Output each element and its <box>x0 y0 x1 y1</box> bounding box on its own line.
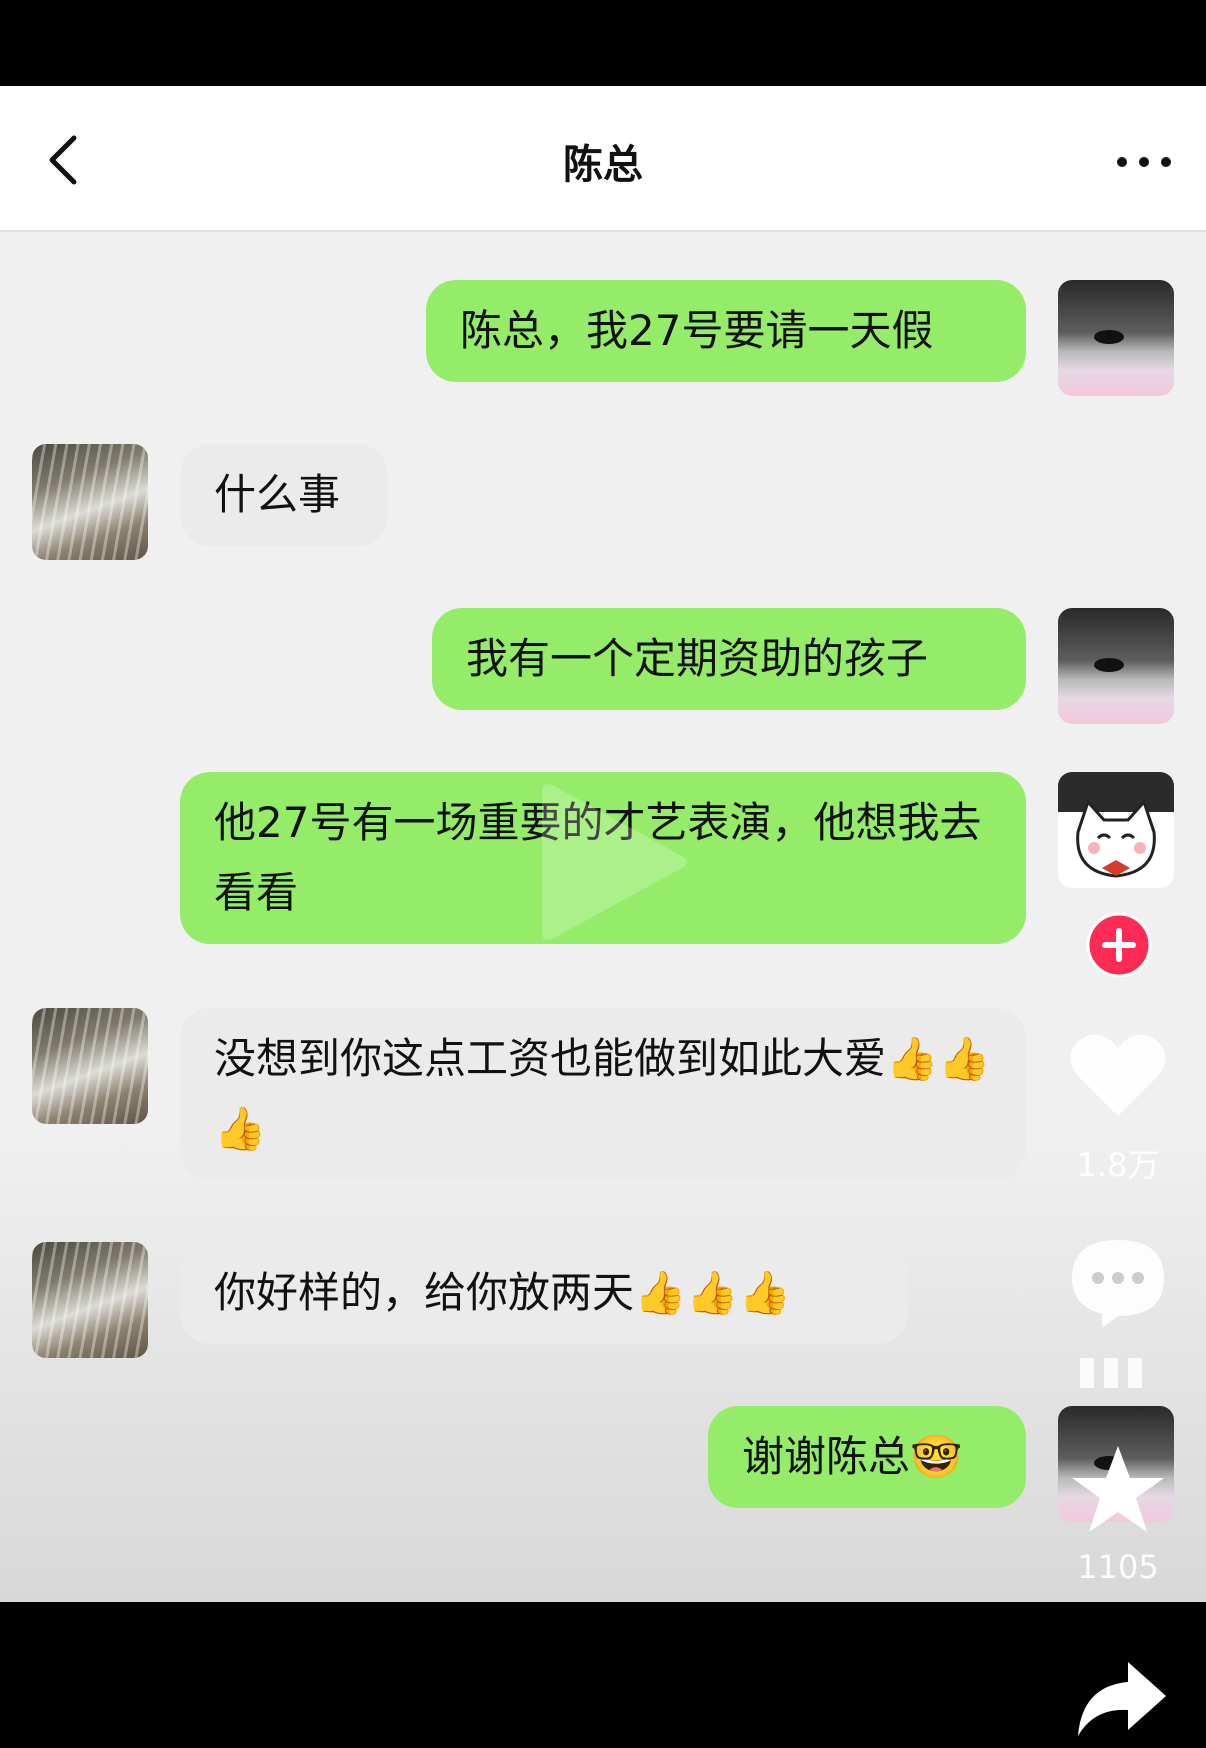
my-avatar[interactable] <box>1058 608 1174 724</box>
my-avatar[interactable] <box>1058 280 1174 396</box>
contact-avatar[interactable] <box>32 1008 148 1124</box>
status-bar <box>0 0 1206 86</box>
my-message-bubble[interactable]: 谢谢陈总🤓 <box>708 1406 1026 1508</box>
my-message-bubble[interactable]: 我有一个定期资助的孩子 <box>432 608 1026 710</box>
my-message-bubble[interactable]: 陈总，我27号要请一天假 <box>426 280 1026 382</box>
more-options-icon[interactable] <box>1110 142 1190 182</box>
contact-message-bubble[interactable]: 没想到你这点工资也能做到如此大爱👍👍👍 <box>180 1008 1026 1180</box>
chat-title: 陈总 <box>563 142 643 188</box>
like-count: 1.8万 <box>1076 1146 1160 1184</box>
favorite-count: 1105 <box>1077 1548 1159 1586</box>
share-arrow-icon[interactable] <box>1074 1658 1170 1738</box>
contact-message-bubble[interactable]: 什么事 <box>180 444 388 546</box>
contact-message-bubble[interactable]: 你好样的，给你放两天👍👍👍 <box>180 1242 908 1344</box>
contact-avatar[interactable] <box>32 1242 148 1358</box>
favorite-star-icon[interactable] <box>1068 1442 1168 1538</box>
creator-avatar[interactable] <box>1058 772 1174 888</box>
cat-drawing-icon <box>1058 772 1174 878</box>
play-icon[interactable] <box>512 772 692 952</box>
chat-screen: 陈总 陈总，我27号要请一天假 什么事 我有一个定期资助的孩子 他27号有一场重… <box>0 86 1206 1602</box>
comment-count-indicator <box>1080 1358 1142 1388</box>
follow-plus-icon[interactable] <box>1086 912 1152 978</box>
comment-icon[interactable] <box>1068 1234 1168 1330</box>
chat-header: 陈总 <box>0 86 1206 232</box>
bottom-bar <box>0 1602 1206 1748</box>
contact-avatar[interactable] <box>32 444 148 560</box>
like-heart-icon[interactable] <box>1068 1030 1168 1120</box>
